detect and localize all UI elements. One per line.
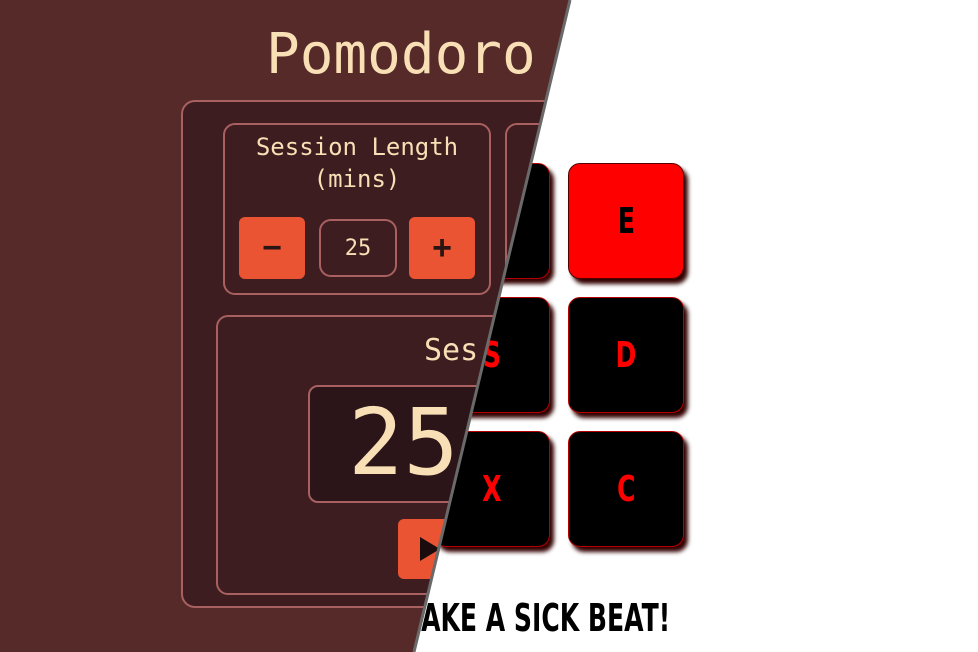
session-increment-button[interactable]: + (409, 217, 475, 279)
session-length-card: Session Length (mins) − 25 + (223, 123, 491, 295)
split-comparison-stage: CHINE Q E S D X C AD TO MAKE A SICK BEAT… (0, 0, 978, 652)
timer-label: Ses (424, 333, 479, 368)
pomodoro-title: Pomodoro (266, 22, 536, 87)
timer-digits: 25 (348, 389, 459, 496)
drum-pad-e[interactable]: E (568, 163, 684, 279)
session-length-value: 25 (319, 219, 397, 277)
drum-pad-key: X (482, 468, 502, 510)
session-length-label: Session Length (mins) (255, 133, 459, 193)
drum-pad-d[interactable]: D (568, 297, 684, 413)
session-decrement-button[interactable]: − (239, 217, 305, 279)
drum-pad-c[interactable]: C (568, 431, 684, 547)
drum-pad-key: C (616, 468, 636, 510)
drum-pad-key: E (617, 200, 635, 242)
drum-pad-key: D (615, 334, 637, 376)
